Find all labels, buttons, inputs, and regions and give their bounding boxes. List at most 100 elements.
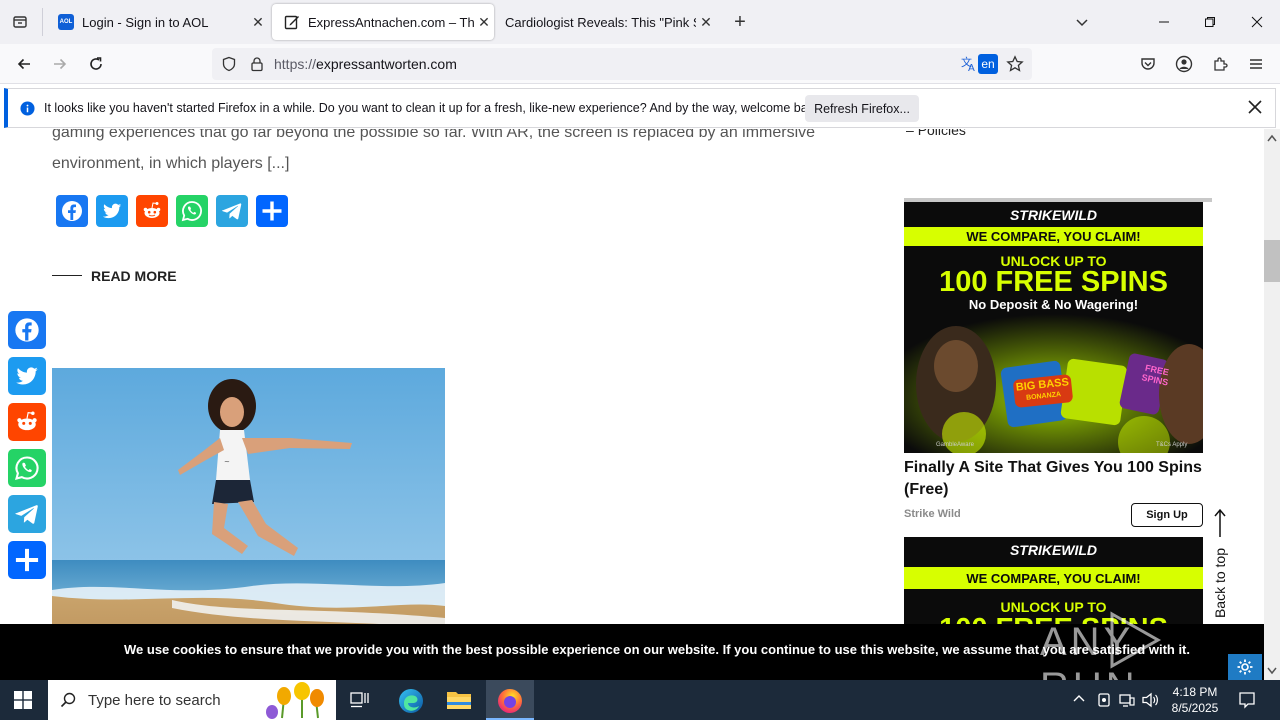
taskbar-time: 4:18 PM	[1172, 685, 1218, 699]
taskbar-firefox-button[interactable]	[486, 680, 534, 720]
translate-language-badge[interactable]: en	[978, 54, 998, 74]
scroll-up-icon[interactable]	[1267, 134, 1277, 142]
share-more-button[interactable]	[256, 195, 288, 227]
float-share-more-button[interactable]	[8, 541, 46, 579]
taskbar-date: 8/5/2025	[1171, 701, 1219, 715]
scroll-down-icon[interactable]	[1267, 667, 1277, 675]
ad-brand: STRIKEWILD	[1009, 206, 1098, 223]
plus-share-icon	[15, 548, 39, 572]
account-icon[interactable]	[1170, 50, 1198, 78]
close-notification-icon[interactable]	[1248, 100, 1262, 114]
plus-share-icon	[262, 201, 282, 221]
share-reddit-button[interactable]	[136, 195, 168, 227]
tab-cardiologist[interactable]: Cardiologist Reveals: This "Pink Salt ✕	[494, 4, 716, 40]
close-tab-icon[interactable]: ✕	[248, 12, 268, 32]
telegram-icon	[15, 505, 38, 524]
float-share-reddit-button[interactable]	[8, 403, 46, 441]
edge-browser-icon[interactable]	[398, 688, 424, 714]
ad-subline: No Deposit & No Wagering!	[968, 297, 1139, 312]
taskbar-search-placeholder: Type here to search	[88, 692, 221, 709]
network-icon[interactable]	[1119, 692, 1135, 708]
file-explorer-icon[interactable]	[446, 689, 472, 711]
navigation-toolbar: https://expressantworten.com 文A en	[0, 44, 1280, 84]
shield-icon[interactable]	[221, 56, 237, 72]
restore-icon[interactable]	[1196, 8, 1224, 36]
volume-icon[interactable]	[1142, 692, 1160, 708]
chevron-down-icon[interactable]	[1068, 8, 1096, 36]
read-more-link[interactable]: READ MORE	[91, 268, 177, 284]
share-telegram-button[interactable]	[216, 195, 248, 227]
refresh-firefox-button[interactable]: Refresh Firefox...	[805, 95, 919, 122]
float-share-twitter-button[interactable]	[8, 357, 46, 395]
ad-gambleaware: GambleAware	[936, 442, 974, 448]
edit-favicon-icon	[284, 14, 300, 30]
bullet-icon: –	[906, 129, 918, 138]
float-share-telegram-button[interactable]	[8, 495, 46, 533]
forward-icon[interactable]	[46, 50, 74, 78]
facebook-icon	[15, 318, 39, 342]
info-icon	[20, 101, 35, 116]
network-device-icon[interactable]	[1096, 692, 1112, 708]
close-tab-icon[interactable]: ✕	[474, 12, 494, 32]
bookmark-star-icon[interactable]	[1006, 55, 1024, 73]
ad-title[interactable]: Finally A Site That Gives You 100 Spins …	[904, 457, 1214, 501]
whatsapp-icon	[15, 456, 39, 480]
minimize-icon[interactable]	[1150, 8, 1178, 36]
close-window-icon[interactable]	[1243, 8, 1271, 36]
share-whatsapp-button[interactable]	[176, 195, 208, 227]
ad-sign-up-button[interactable]: Sign Up	[1131, 503, 1203, 527]
tab-title: ExpressAntnachen.com – The m	[308, 14, 474, 30]
scroll-thumb[interactable]	[1264, 240, 1280, 282]
menu-hamburger-icon[interactable]	[1242, 50, 1270, 78]
page-content: gaming experiences that go far beyond th…	[0, 129, 1264, 680]
translate-icon[interactable]: 文A	[960, 55, 978, 73]
windows-start-icon[interactable]	[14, 691, 32, 709]
extensions-icon[interactable]	[1206, 50, 1234, 78]
show-hidden-icons-chevron-icon[interactable]	[1072, 692, 1086, 706]
aol-favicon-icon: AOL	[58, 14, 74, 30]
sidebar-policies-link[interactable]: – Policies	[906, 129, 966, 138]
new-tab-icon[interactable]: +	[726, 8, 754, 36]
twitter-icon	[16, 367, 38, 385]
tab-expressantworten[interactable]: ExpressAntnachen.com – The m ✕	[272, 4, 494, 40]
ad-banner-strikewild[interactable]: STRIKEWILD WE COMPARE, YOU CLAIM! UNLOCK…	[904, 202, 1203, 453]
close-tab-icon[interactable]: ✕	[696, 12, 716, 32]
ad-offer: 100 FREE SPINS	[939, 266, 1168, 298]
reload-icon[interactable]	[82, 50, 110, 78]
float-share-facebook-button[interactable]	[8, 311, 46, 349]
list-all-tabs-icon[interactable]	[6, 8, 34, 36]
svg-text:~: ~	[224, 458, 230, 466]
ad-tagline: WE COMPARE, YOU CLAIM!	[904, 567, 1203, 589]
article-excerpt-line: environment, in which players [...]	[52, 155, 290, 172]
tab-title: Cardiologist Reveals: This "Pink Salt	[505, 14, 696, 30]
notification-center-icon[interactable]	[1238, 691, 1256, 709]
url-text[interactable]: https://expressantworten.com	[274, 56, 457, 72]
anyrun-watermark: ANY RUN	[1040, 608, 1230, 709]
float-share-whatsapp-button[interactable]	[8, 449, 46, 487]
taskbar-clock[interactable]: 4:18 PM 8/5/2025	[1162, 684, 1228, 716]
svg-text:A: A	[968, 63, 975, 73]
pocket-icon[interactable]	[1134, 50, 1162, 78]
article-excerpt-line: gaming experiences that go far beyond th…	[52, 129, 816, 141]
share-facebook-button[interactable]	[56, 195, 88, 227]
privacy-settings-gear-icon[interactable]	[1228, 654, 1262, 680]
lock-icon[interactable]	[249, 56, 265, 72]
tab-aol-login[interactable]: AOL Login - Sign in to AOL ✕	[46, 4, 268, 40]
notification-text: It looks like you haven't started Firefo…	[44, 101, 824, 115]
ad-brand: STRIKEWILD	[1009, 541, 1098, 558]
ad-source: Strike Wild	[904, 508, 961, 520]
tulip-search-highlight-icon	[262, 682, 334, 720]
back-icon[interactable]	[10, 50, 38, 78]
taskbar-search-box[interactable]: Type here to search	[48, 680, 336, 720]
firefox-refresh-notification: It looks like you haven't started Firefo…	[4, 88, 1276, 128]
search-icon	[60, 692, 76, 708]
windows-taskbar: Type here to search 4:18 PM 8/5/2025	[0, 680, 1280, 720]
task-view-icon[interactable]	[350, 691, 370, 709]
whatsapp-icon	[181, 201, 202, 222]
url-bar[interactable]: https://expressantworten.com 文A en	[212, 48, 1032, 80]
facebook-icon	[62, 201, 82, 221]
page-scrollbar[interactable]	[1264, 129, 1280, 680]
tab-title: Login - Sign in to AOL	[82, 14, 209, 30]
tab-bar: AOL Login - Sign in to AOL ✕ ExpressAntn…	[0, 0, 1280, 44]
share-twitter-button[interactable]	[96, 195, 128, 227]
